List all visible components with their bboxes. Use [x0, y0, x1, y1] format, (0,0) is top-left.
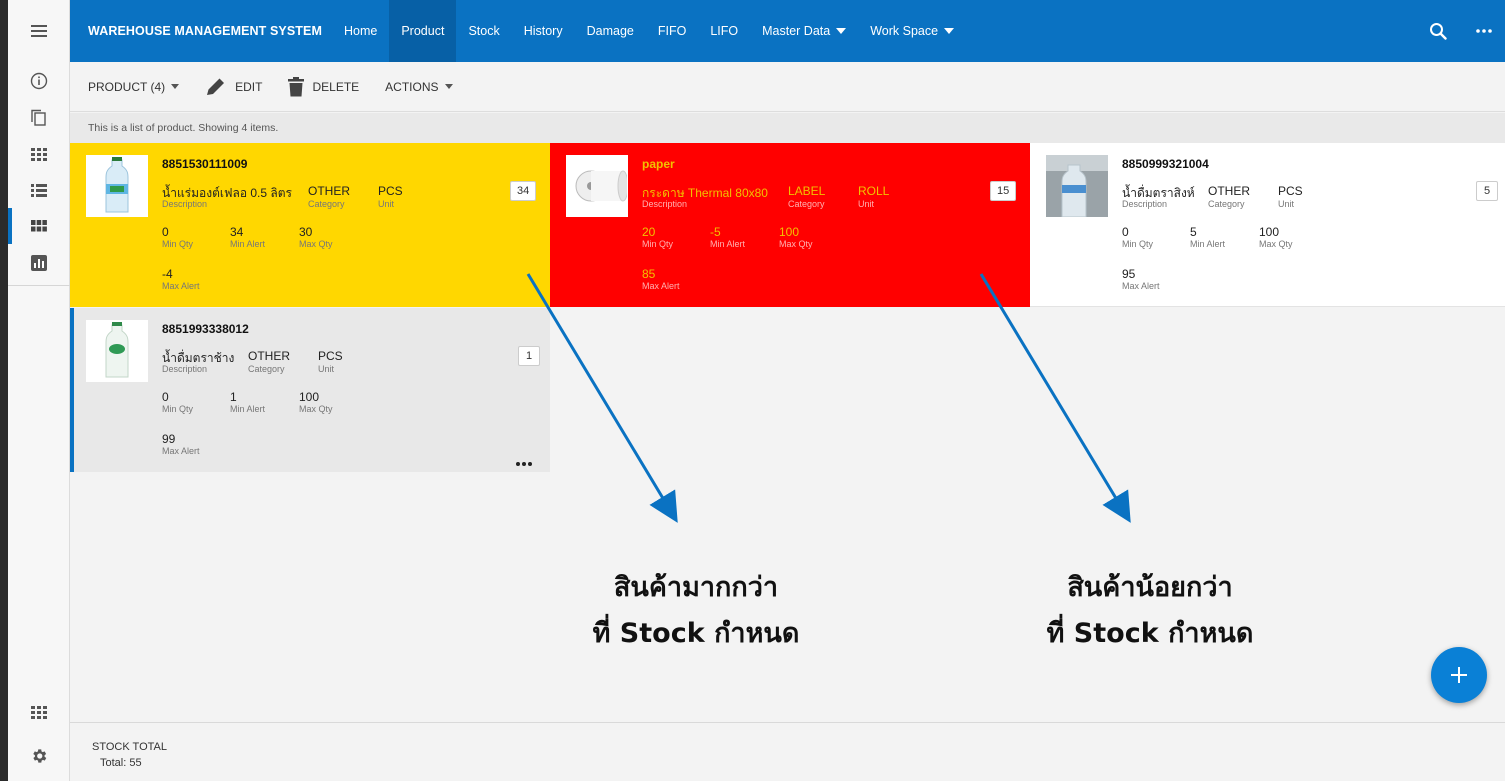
stock-total-footer: STOCK TOTAL Total: 55 [70, 722, 1505, 781]
annotation-under-line2: ที่ Stock กำหนด [1046, 618, 1254, 649]
arrow-left [526, 273, 678, 523]
arrow-right [979, 273, 1131, 523]
annotation-over-stock: สินค้ามากกว่า ที่ Stock กำหนด [556, 565, 836, 657]
stock-total-value: Total: 55 [100, 757, 142, 769]
plus-icon [1451, 667, 1467, 683]
annotation-under-line1: สินค้าน้อยกว่า [1067, 572, 1233, 603]
screen-background: WAREHOUSE MANAGEMENT SYSTEM Home Product… [0, 0, 1505, 781]
app-window: WAREHOUSE MANAGEMENT SYSTEM Home Product… [8, 0, 1505, 781]
annotation-under-stock: สินค้าน้อยกว่า ที่ Stock กำหนด [1010, 565, 1290, 657]
annotation-arrows [526, 273, 1131, 523]
annotation-over-line1: สินค้ามากกว่า [613, 572, 779, 603]
add-product-button[interactable] [1431, 647, 1487, 703]
stock-total-title: STOCK TOTAL [92, 741, 167, 753]
annotation-over-line2: ที่ Stock กำหนด [592, 618, 800, 649]
